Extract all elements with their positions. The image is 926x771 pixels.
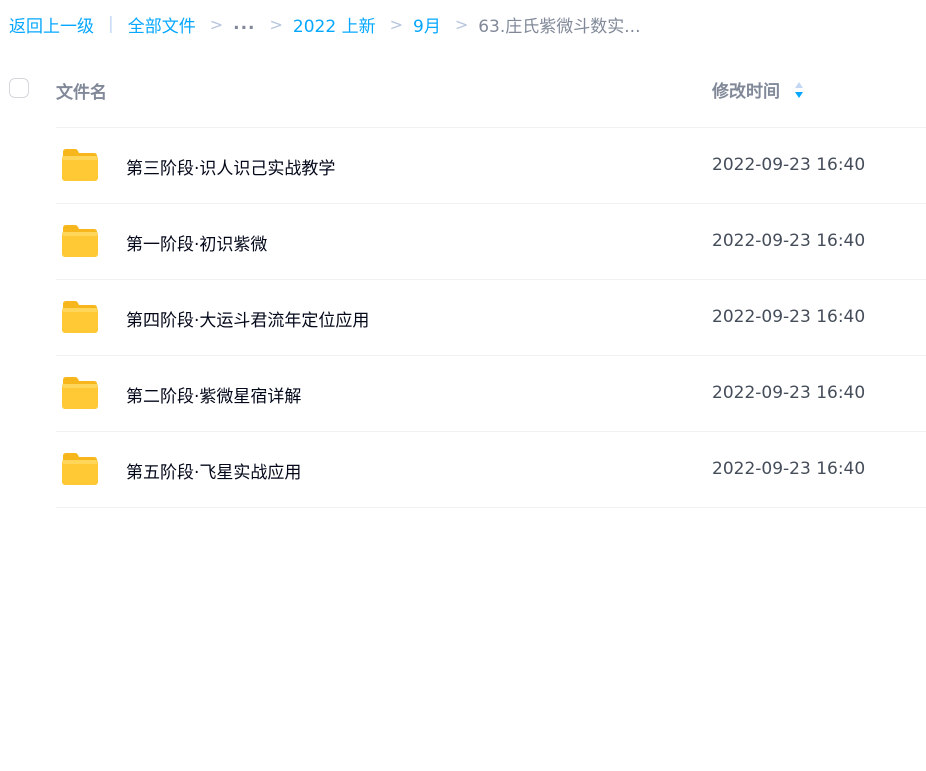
column-header-time[interactable]: 修改时间 (712, 77, 804, 102)
breadcrumb: 返回上一级 | 全部文件 > ... > 2022 上新 > 9月 > 63.庄… (9, 12, 641, 37)
folder-icon (62, 149, 98, 181)
table-row[interactable]: 第二阶段·紫微星宿详解 2022-09-23 16:40 (56, 355, 926, 431)
breadcrumb-chevron: > (269, 14, 283, 34)
back-link[interactable]: 返回上一级 (9, 12, 94, 37)
sort-icon[interactable] (794, 81, 804, 99)
breadcrumb-chevron: > (389, 14, 403, 34)
folder-icon (62, 453, 98, 485)
breadcrumb-all-files[interactable]: 全部文件 (128, 12, 196, 37)
file-name[interactable]: 第五阶段·飞星实战应用 (126, 458, 301, 483)
modified-time: 2022-09-23 16:40 (712, 155, 866, 175)
select-all-checkbox[interactable] (9, 78, 29, 98)
file-name[interactable]: 第一阶段·初识紫微 (126, 230, 267, 255)
file-name[interactable]: 第二阶段·紫微星宿详解 (126, 382, 301, 407)
breadcrumb-chevron: > (209, 14, 224, 34)
column-header-name[interactable]: 文件名 (56, 78, 107, 103)
breadcrumb-ellipsis[interactable]: ... (233, 14, 255, 34)
table-header: 文件名 修改时间 (0, 56, 926, 126)
modified-time: 2022-09-23 16:40 (712, 459, 866, 479)
table-row[interactable]: 第三阶段·识人识己实战教学 2022-09-23 16:40 (56, 127, 926, 203)
breadcrumb-current: 63.庄氏紫微斗数实... (478, 16, 641, 37)
folder-icon (62, 225, 98, 257)
table-row[interactable]: 第一阶段·初识紫微 2022-09-23 16:40 (56, 203, 926, 279)
file-name[interactable]: 第四阶段·大运斗君流年定位应用 (126, 306, 369, 331)
table-row[interactable]: 第四阶段·大运斗君流年定位应用 2022-09-23 16:40 (56, 279, 926, 355)
file-list: 第三阶段·识人识己实战教学 2022-09-23 16:40 第一阶段·初识紫微… (56, 127, 926, 508)
modified-time: 2022-09-23 16:40 (712, 383, 866, 403)
folder-icon (62, 301, 98, 333)
modified-time: 2022-09-23 16:40 (712, 307, 866, 327)
breadcrumb-september[interactable]: 9月 (413, 12, 441, 37)
file-name[interactable]: 第三阶段·识人识己实战教学 (126, 154, 335, 179)
modified-time: 2022-09-23 16:40 (712, 231, 866, 251)
table-row[interactable]: 第五阶段·飞星实战应用 2022-09-23 16:40 (56, 431, 926, 508)
folder-icon (62, 377, 98, 409)
breadcrumb-chevron: > (454, 14, 469, 34)
breadcrumb-2022[interactable]: 2022 上新 (293, 12, 376, 37)
breadcrumb-divider: | (108, 14, 114, 34)
column-header-time-label: 修改时间 (712, 82, 780, 102)
